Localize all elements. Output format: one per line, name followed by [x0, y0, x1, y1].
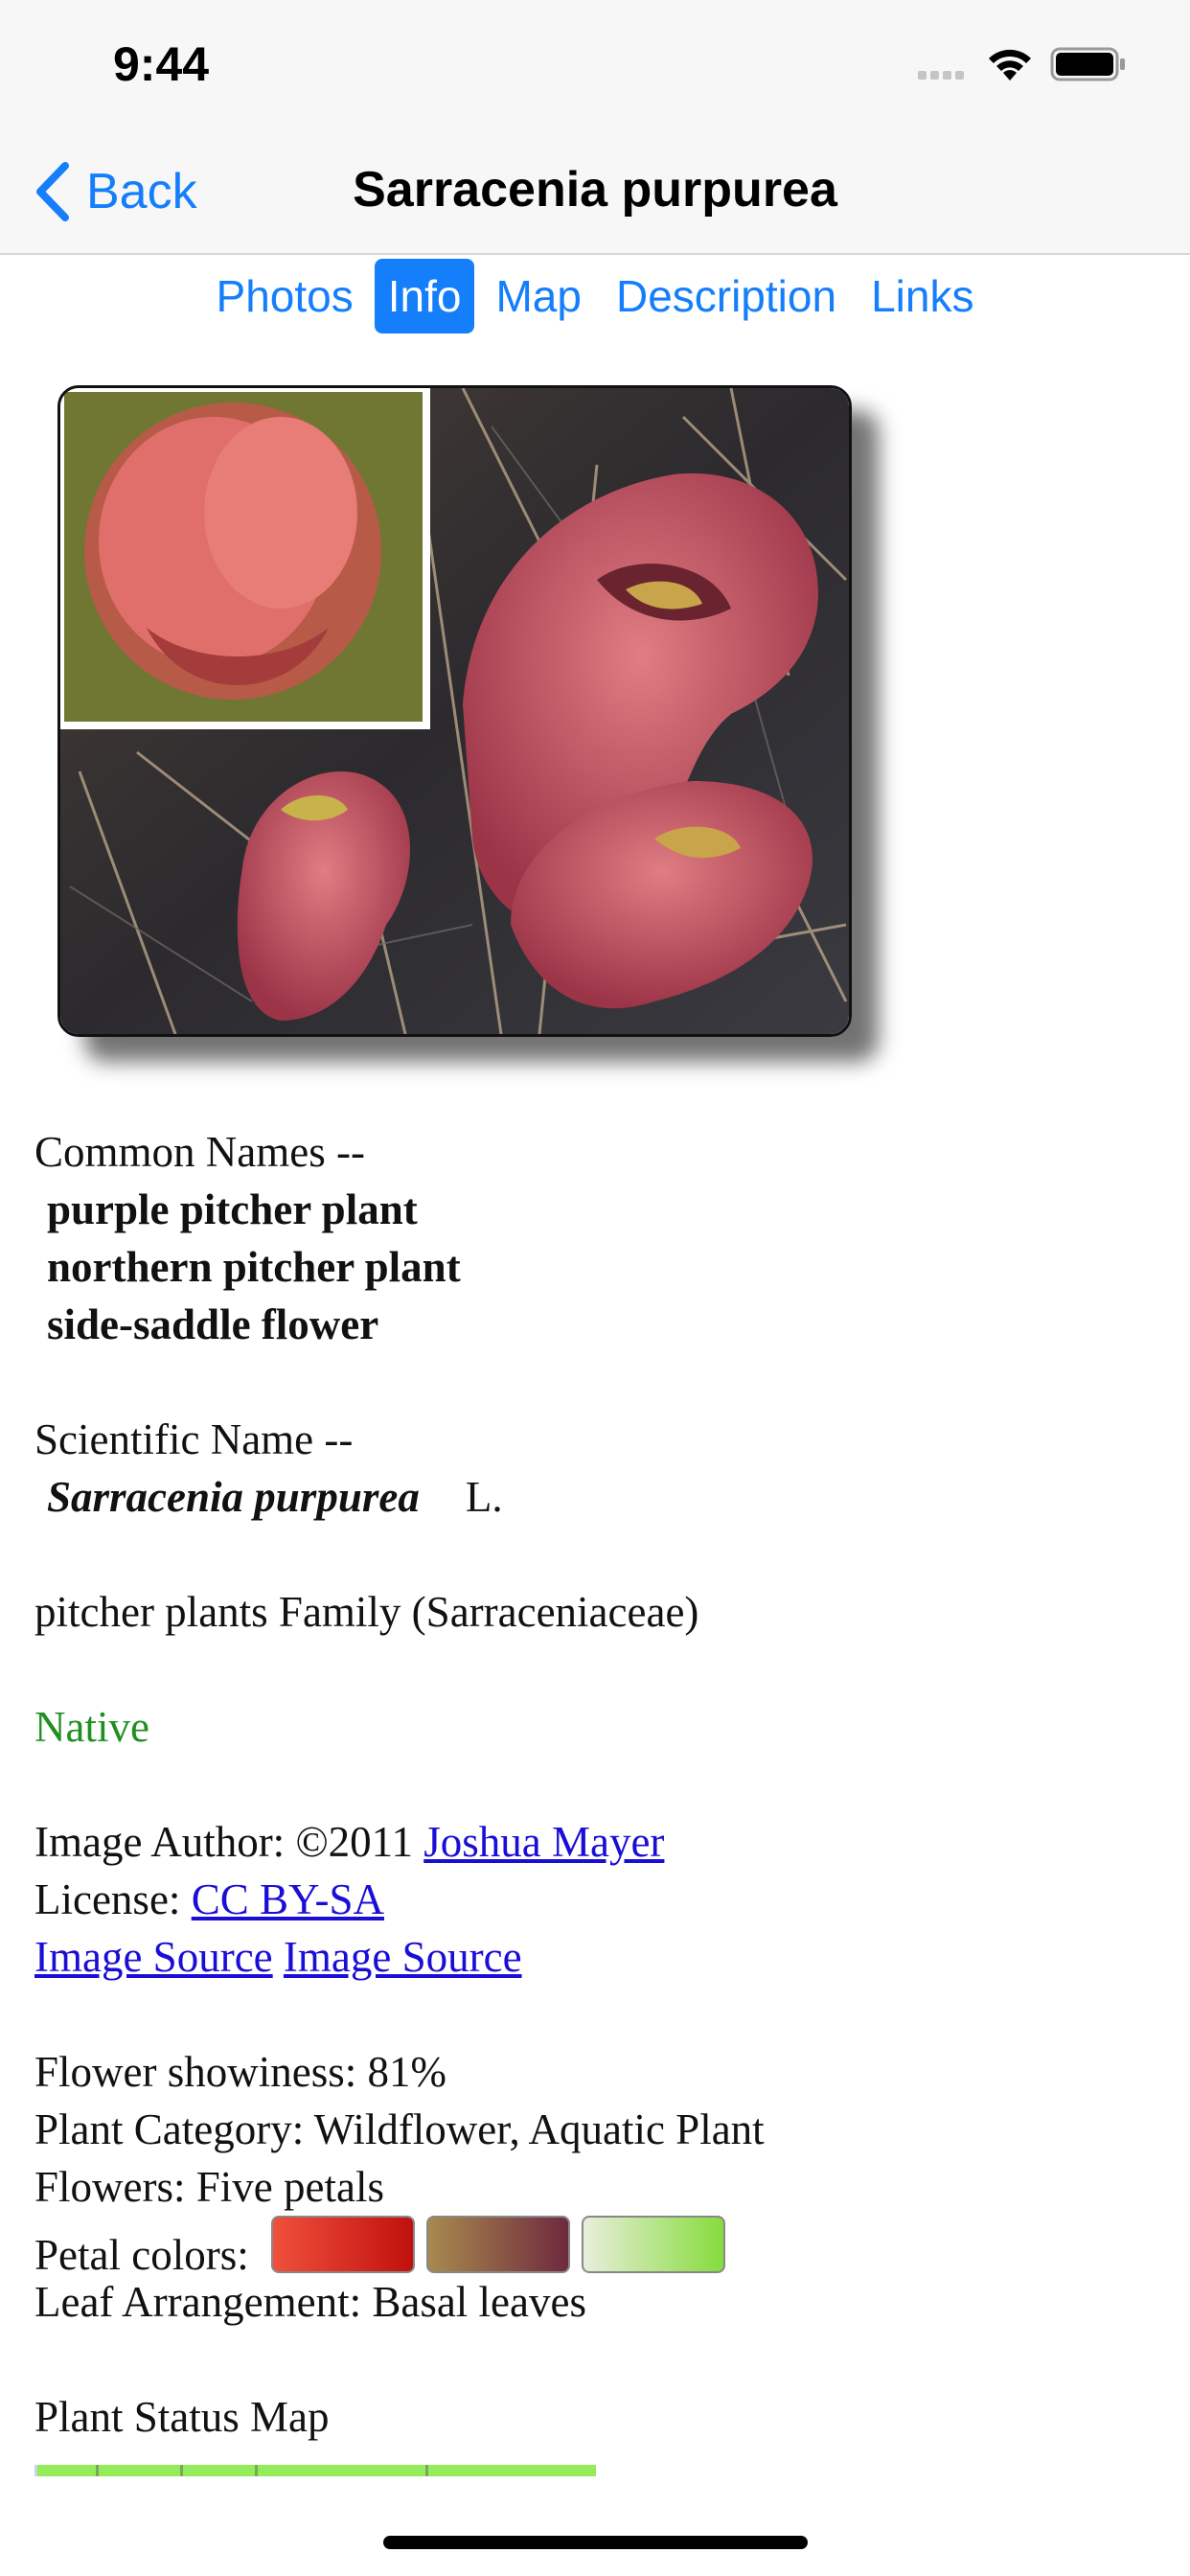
license-label: License: [34, 1875, 181, 1923]
pitcher-plant-image [60, 388, 849, 1034]
image-author-link[interactable]: Joshua Mayer [423, 1818, 664, 1866]
plant-category: Plant Category: Wildflower, Aquatic Plan… [34, 2105, 765, 2153]
flower-showiness: Flower showiness: 81% [34, 2048, 446, 2096]
cellular-signal-icon [918, 67, 973, 80]
petal-color-swatch [581, 2216, 725, 2273]
wifi-icon [989, 49, 1031, 80]
image-source-link[interactable]: Image Source [284, 1933, 522, 1981]
tab-links[interactable]: Links [858, 259, 987, 334]
tab-map[interactable]: Map [482, 259, 594, 334]
plant-status-map[interactable] [34, 2465, 596, 2476]
battery-icon [1050, 47, 1125, 81]
image-source-link[interactable]: Image Source [34, 1933, 273, 1981]
scientific-name: Sarracenia purpurea [47, 1473, 420, 1521]
scientific-name-author: L. [465, 1473, 503, 1521]
chevron-left-icon [36, 162, 69, 221]
navigation-bar: Sarracenia purpurea Back [0, 134, 1190, 255]
scientific-name-label: Scientific Name -- [34, 1415, 354, 1463]
petal-colors-label: Petal colors: [34, 2231, 249, 2279]
status-time: 9:44 [113, 37, 210, 91]
back-label: Back [86, 164, 197, 219]
common-names-label: Common Names -- [34, 1128, 365, 1176]
family-name: pitcher plants Family (Sarraceniaceae) [34, 1588, 699, 1636]
flower-type: Flowers: Five petals [34, 2163, 384, 2211]
back-button[interactable]: Back [33, 157, 197, 226]
plant-info: Common Names -- purple pitcher plant nor… [34, 1123, 1165, 2446]
plant-status-map-label: Plant Status Map [34, 2393, 330, 2441]
native-status: Native [34, 1703, 149, 1751]
home-indicator[interactable] [383, 2536, 808, 2549]
license-link[interactable]: CC BY-SA [192, 1875, 384, 1923]
common-name: northern pitcher plant [47, 1243, 461, 1291]
petal-color-swatch [270, 2216, 415, 2273]
common-name: purple pitcher plant [47, 1185, 418, 1233]
leaf-arrangement: Leaf Arrangement: Basal leaves [34, 2278, 586, 2326]
image-author-label: Image Author: ©2011 [34, 1818, 413, 1866]
common-name: side-saddle flower [47, 1300, 379, 1348]
status-bar: 9:44 [0, 0, 1190, 134]
tab-description[interactable]: Description [603, 259, 850, 334]
petal-color-swatch [425, 2216, 570, 2273]
plant-photo[interactable] [57, 385, 852, 1037]
tab-photos[interactable]: Photos [203, 259, 367, 334]
section-tabs: Photos Info Map Description Links [0, 259, 1190, 334]
tab-info[interactable]: Info [374, 259, 475, 334]
